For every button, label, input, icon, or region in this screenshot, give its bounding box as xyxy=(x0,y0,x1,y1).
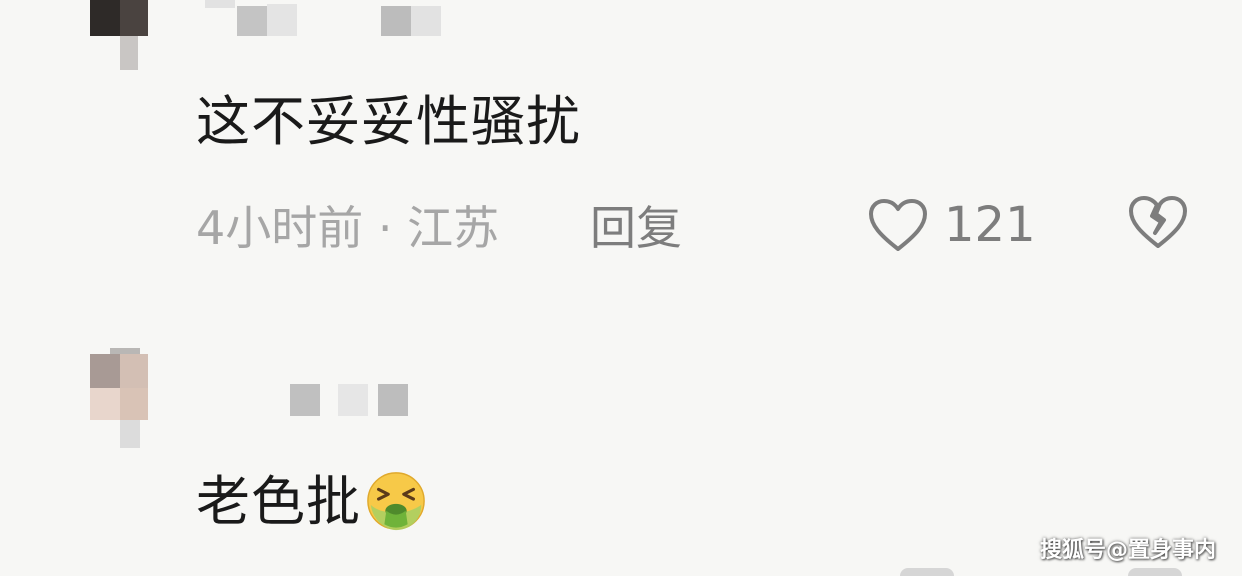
username-censored[interactable] xyxy=(290,384,420,420)
avatar[interactable] xyxy=(90,0,150,70)
like-count: 121 xyxy=(944,197,1036,253)
partial-icon xyxy=(900,568,954,576)
partial-icon xyxy=(1128,568,1182,576)
broken-heart-icon xyxy=(1126,190,1190,254)
like-button[interactable]: 121 xyxy=(866,190,1036,260)
comment-time-location: 4小时前 · 江苏 xyxy=(196,201,500,255)
username-censored[interactable] xyxy=(205,0,445,40)
heart-outline-icon xyxy=(866,195,930,255)
watermark: 搜狐号@置身事内 xyxy=(1039,538,1216,563)
comment-text: 老色批 xyxy=(196,470,427,544)
reply-button[interactable]: 回复 xyxy=(590,196,682,260)
comment-text: 这不妥妥性骚扰 xyxy=(196,90,581,153)
comment-text-label: 老色批 xyxy=(196,470,361,533)
avatar[interactable] xyxy=(90,348,150,448)
dislike-button[interactable] xyxy=(1126,190,1190,254)
nauseated-face-emoji xyxy=(365,470,427,544)
